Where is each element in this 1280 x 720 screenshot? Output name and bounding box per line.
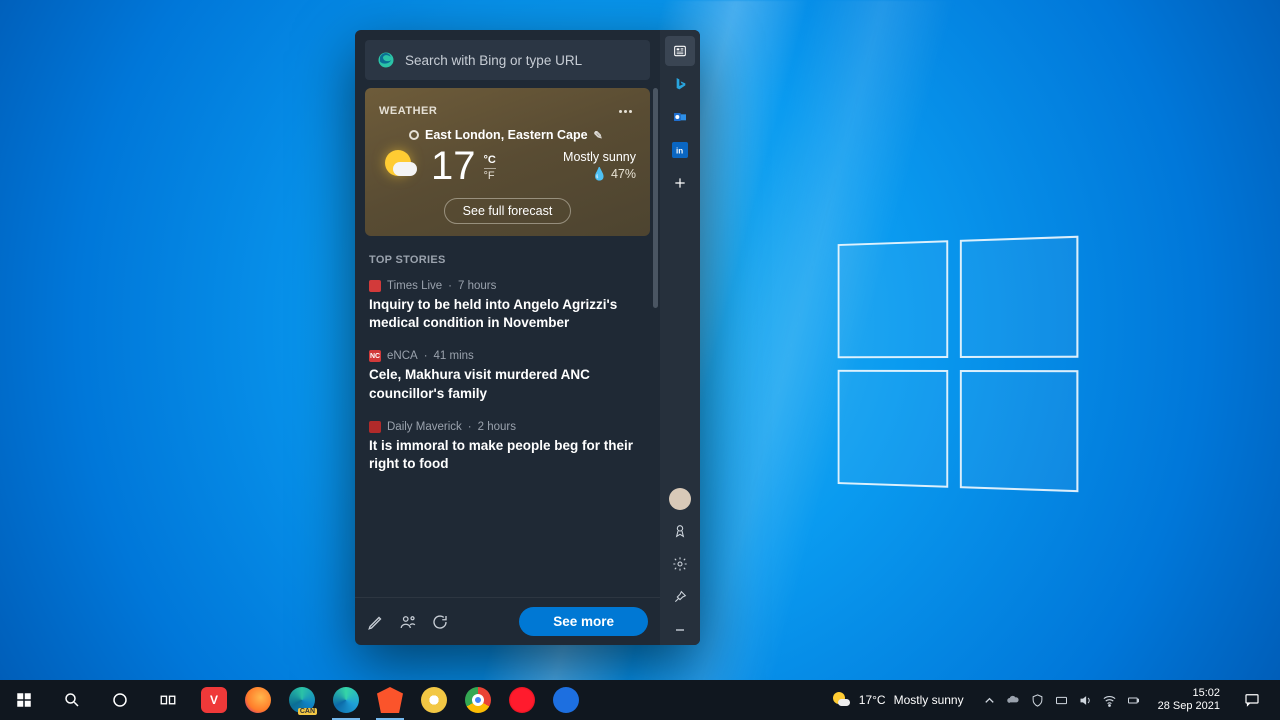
svg-text:in: in [676,146,683,155]
news-tab-icon[interactable] [665,36,695,66]
weather-condition-block: Mostly sunny 💧 47% [563,149,636,184]
taskbar-weather-temp: 17°C [859,693,886,707]
app-vivaldi[interactable]: V [192,680,236,720]
tray-wifi-icon[interactable] [1102,692,1118,708]
cortana-button[interactable] [96,680,144,720]
story-age: 41 mins [434,350,474,362]
collapse-icon[interactable] [665,615,695,645]
unit-celsius[interactable]: °C [484,153,496,169]
taskbar-clock[interactable]: 15:02 28 Sep 2021 [1148,687,1230,712]
news-and-interests-flyout: Search with Bing or type URL WEATHER Eas… [355,30,700,645]
taskbar-weather-icon [831,690,851,710]
story-headline[interactable]: Inquiry to be held into Angelo Agrizzi's… [369,296,646,332]
tray-input-icon[interactable] [1054,692,1070,708]
see-more-button[interactable]: See more [519,607,648,636]
story-meta: NCeNCA · 41 mins [369,350,646,362]
unit-fahrenheit[interactable]: °F [484,169,496,183]
settings-icon[interactable] [665,549,695,579]
app-edge[interactable] [324,680,368,720]
story-headline[interactable]: Cele, Makhura visit murdered ANC council… [369,366,646,402]
profile-avatar[interactable] [669,488,691,510]
windows-logo [838,236,1081,495]
tray-overflow-icon[interactable] [982,692,998,708]
weather-location: East London, Eastern Cape [425,128,588,142]
taskbar: V CAN 17°C Mostly sunny 15:02 28 Sep 202… [0,680,1280,720]
story-source-badge [369,280,381,292]
flyout-sidebar: in [660,30,700,645]
weather-humidity: 💧 47% [563,166,636,184]
taskbar-left: V CAN [0,680,588,720]
add-icon[interactable] [665,168,695,198]
app-edge-dev[interactable]: CAN [280,680,324,720]
pin-icon[interactable] [665,582,695,612]
action-center-button[interactable] [1230,691,1274,709]
weather-location-row[interactable]: East London, Eastern Cape ✎ [409,128,636,142]
flyout-main: Search with Bing or type URL WEATHER Eas… [355,30,660,645]
story-source-badge: NC [369,350,381,362]
app-chrome-canary[interactable] [412,680,456,720]
clock-time: 15:02 [1158,687,1220,700]
story-item[interactable]: NCeNCA · 41 minsCele, Makhura visit murd… [365,346,650,416]
search-button[interactable] [48,680,96,720]
weather-card[interactable]: WEATHER East London, Eastern Cape ✎ 17 °… [365,88,650,236]
story-meta: Daily Maverick · 2 hours [369,421,646,433]
story-source: Times Live [387,280,442,292]
app-firefox[interactable] [236,680,280,720]
start-button[interactable] [0,680,48,720]
task-view-button[interactable] [144,680,192,720]
flyout-content: WEATHER East London, Eastern Cape ✎ 17 °… [355,88,660,597]
story-headline[interactable]: It is immoral to make people beg for the… [369,437,646,473]
flyout-bottom-bar: See more [355,597,660,645]
search-placeholder: Search with Bing or type URL [405,53,582,68]
top-stories-heading: TOP STORIES [369,254,648,266]
edge-icon [377,51,395,69]
taskbar-weather-cond: Mostly sunny [894,693,964,707]
refresh-button[interactable] [431,613,449,631]
weather-more-button[interactable] [614,100,636,122]
taskbar-weather[interactable]: 17°C Mostly sunny [819,690,976,710]
temperature-value: 17 [431,146,476,186]
tray-security-icon[interactable] [1030,692,1046,708]
outlook-icon[interactable] [665,102,695,132]
story-meta: Times Live · 7 hours [369,280,646,292]
clock-date: 28 Sep 2021 [1158,700,1220,713]
story-source: eNCA [387,350,418,362]
search-input[interactable]: Search with Bing or type URL [365,40,650,80]
story-item[interactable]: Times Live · 7 hours Inquiry to be held i… [365,276,650,346]
edit-location-icon[interactable]: ✎ [594,129,603,142]
stories-list: Times Live · 7 hours Inquiry to be held i… [365,276,650,487]
manage-interests-button[interactable] [399,613,417,631]
rewards-icon[interactable] [665,516,695,546]
story-item[interactable]: Daily Maverick · 2 hours It is immoral to… [365,417,650,487]
weather-heading: WEATHER [379,105,437,117]
see-full-forecast-button[interactable]: See full forecast [444,198,572,224]
tray-power-icon[interactable] [1126,692,1142,708]
scrollbar-thumb[interactable] [653,88,658,308]
weather-condition-text: Mostly sunny [563,149,636,167]
app-opera[interactable] [500,680,544,720]
app-brave[interactable] [368,680,412,720]
taskbar-right: 17°C Mostly sunny 15:02 28 Sep 2021 [819,680,1280,720]
unit-toggle[interactable]: °C °F [484,153,496,184]
weather-condition-icon [379,144,423,188]
tray-onedrive-icon[interactable] [1006,692,1022,708]
app-chrome[interactable] [456,680,500,720]
linkedin-icon[interactable]: in [665,135,695,165]
tray-volume-icon[interactable] [1078,692,1094,708]
bing-icon[interactable] [665,69,695,99]
story-source-badge [369,421,381,433]
app-unknown-blue[interactable] [544,680,588,720]
system-tray [976,692,1148,708]
story-age: 2 hours [478,421,516,433]
story-age: 7 hours [458,280,496,292]
location-target-icon [409,130,419,140]
story-source: Daily Maverick [387,421,462,433]
edit-interests-button[interactable] [367,613,385,631]
